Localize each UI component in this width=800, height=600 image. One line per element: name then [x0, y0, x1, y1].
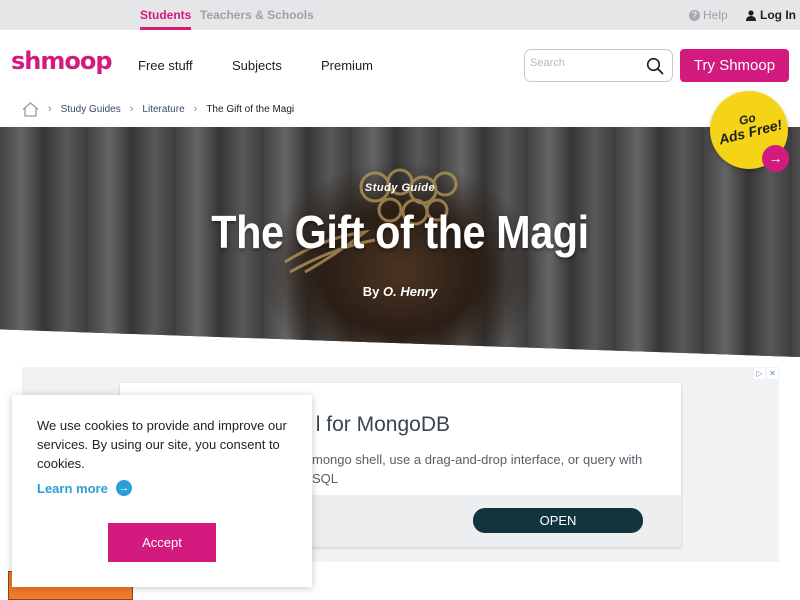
audience-bar: Students Teachers & Schools ? Help Log I… — [0, 0, 800, 30]
tab-teachers-schools[interactable]: Teachers & Schools — [200, 0, 314, 30]
search-icon[interactable] — [646, 57, 664, 75]
breadcrumb: › Study Guides › Literature › The Gift o… — [22, 100, 294, 118]
user-icon — [746, 9, 756, 21]
arrow-right-icon: → — [115, 480, 132, 496]
shmoop-logo[interactable]: shmoop — [11, 47, 113, 75]
crumb-study-guides[interactable]: Study Guides — [61, 104, 121, 115]
chevron-right-icon: › — [129, 103, 134, 115]
login-link[interactable]: Log In — [746, 0, 796, 30]
try-shmoop-button[interactable]: Try Shmoop — [680, 49, 789, 82]
arrow-right-icon[interactable]: → — [762, 145, 789, 172]
chevron-right-icon: › — [48, 103, 52, 115]
help-label: Help — [703, 8, 728, 22]
crumb-current-page: The Gift of the Magi — [206, 103, 295, 115]
login-label: Log In — [760, 8, 796, 22]
adchoices-icon[interactable]: ▷ — [754, 368, 765, 379]
search-input[interactable] — [530, 57, 640, 69]
crumb-literature[interactable]: Literature — [142, 104, 184, 115]
cookie-banner: We use cookies to provide and improve ou… — [12, 395, 312, 587]
learn-more-label: Learn more — [37, 480, 108, 496]
byline-prefix: By — [362, 284, 380, 299]
accept-button[interactable]: Accept — [108, 523, 216, 562]
close-icon[interactable]: ✕ — [767, 368, 778, 379]
question-icon: ? — [689, 9, 700, 21]
main-header: shmoop Free stuff Subjects Premium Try S… — [0, 30, 800, 100]
author-name[interactable]: O. Henry — [383, 284, 437, 299]
nav-premium[interactable]: Premium — [321, 58, 373, 73]
ad-open-button[interactable]: OPEN — [473, 508, 643, 533]
badge-text: Go Ads Free! — [714, 105, 784, 147]
chevron-right-icon: › — [193, 103, 198, 115]
search-box — [524, 49, 673, 82]
hero-kicker: Study Guide — [364, 182, 436, 194]
help-link[interactable]: ? Help — [689, 0, 728, 30]
hero-title: The Gift of the Magi — [211, 206, 589, 258]
nav-subjects[interactable]: Subjects — [232, 58, 282, 73]
learn-more-link[interactable]: Learn more → — [37, 480, 132, 496]
nav-free-stuff[interactable]: Free stuff — [138, 58, 193, 73]
ad-choices[interactable]: ▷ ✕ — [754, 368, 778, 379]
hero-banner: Study Guide The Gift of the Magi By O. H… — [0, 127, 800, 357]
hero-byline: By O. Henry — [0, 284, 800, 299]
home-icon[interactable] — [22, 101, 39, 117]
tab-students[interactable]: Students — [140, 0, 192, 30]
ad-description: mongo shell, use a drag-and-drop interfa… — [312, 452, 643, 486]
cookie-message: We use cookies to provide and improve ou… — [37, 418, 287, 471]
